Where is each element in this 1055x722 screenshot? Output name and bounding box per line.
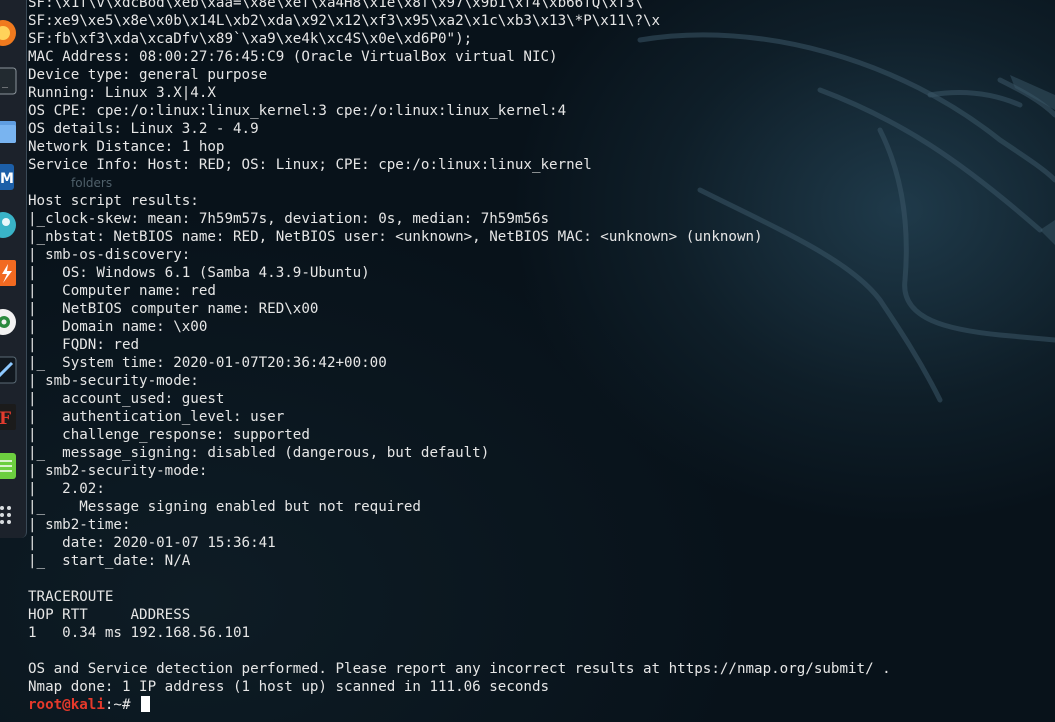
terminal-line: |_ System time: 2020-01-07T20:36:42+00:0…: [28, 355, 387, 371]
terminal-line: | 2.02:: [28, 481, 105, 497]
terminal-line: | smb2-security-mode:: [28, 463, 208, 479]
terminal-line: SF:xe9\xe5\x8e\x0b\x14L\xb2\xda\x92\x12\…: [28, 13, 661, 29]
terminal-icon[interactable]: _: [0, 66, 17, 96]
show-apps-icon[interactable]: [0, 500, 17, 530]
terminal-line: Host script results:: [28, 193, 199, 209]
maltego-icon[interactable]: [0, 307, 17, 337]
terminal-line: | smb-os-discovery:: [28, 247, 191, 263]
terminal-line: | account_used: guest: [28, 391, 225, 407]
terminal-line: OS details: Linux 3.2 - 4.9: [28, 121, 259, 137]
terminal-line: | Computer name: red: [28, 283, 216, 299]
terminal-line: | challenge_response: supported: [28, 427, 310, 443]
terminal-line: MAC Address: 08:00:27:76:45:C9 (Oracle V…: [28, 49, 558, 65]
terminal-line: | Domain name: \x00: [28, 319, 208, 335]
terminal-line: | FQDN: red: [28, 337, 140, 353]
terminal-line: |_nbstat: NetBIOS name: RED, NetBIOS use…: [28, 229, 763, 245]
terminal-line: |_ Message signing enabled but not requi…: [28, 499, 421, 515]
firefox-icon[interactable]: [0, 18, 17, 48]
terminal-line: |_ start_date: N/A: [28, 553, 191, 569]
svg-text:F: F: [0, 409, 11, 429]
prompt-user-host: root@kali: [28, 697, 105, 713]
terminal-line: | authentication_level: user: [28, 409, 285, 425]
prompt-path: :~#: [104, 697, 140, 713]
terminal-line: SF:fb\xf3\xda\xcaDfv\x89`\xa9\xe4k\xc4S\…: [28, 31, 473, 47]
application-dock: _ M F: [0, 0, 27, 538]
svg-text:M: M: [0, 171, 14, 187]
terminal-line: SF:\x1f\v\xdcBod\xeb\xaa=\x8e\xef\xa4H8\…: [28, 0, 643, 11]
terminal-line: Service Info: Host: RED; OS: Linux; CPE:…: [28, 157, 592, 173]
leafpad-icon[interactable]: [0, 451, 17, 481]
files-icon[interactable]: [0, 116, 17, 146]
terminal-line: Nmap done: 1 IP address (1 host up) scan…: [28, 679, 550, 695]
terminal-line: OS and Service detection performed. Plea…: [28, 661, 891, 677]
terminal-line: |_clock-skew: mean: 7h59m57s, deviation:…: [28, 211, 550, 227]
terminal-line: | smb-security-mode:: [28, 373, 199, 389]
terminal-line: Running: Linux 3.X|4.X: [28, 85, 216, 101]
terminal-line: | OS: Windows 6.1 (Samba 4.3.9-Ubuntu): [28, 265, 370, 281]
terminal-line: Device type: general purpose: [28, 67, 268, 83]
armitage-icon[interactable]: [0, 210, 17, 240]
terminal-line: | NetBIOS computer name: RED\x00: [28, 301, 319, 317]
terminal-line: OS CPE: cpe:/o:linux:linux_kernel:3 cpe:…: [28, 103, 567, 119]
terminal-line: 1 0.34 ms 192.168.56.101: [28, 625, 251, 641]
terminal-output[interactable]: SF:\x1f\v\xdcBod\xeb\xaa=\x8e\xef\xa4H8\…: [28, 0, 1048, 722]
terminal-line: |_ message_signing: disabled (dangerous,…: [28, 445, 490, 461]
terminal-line: TRACEROUTE: [28, 589, 114, 605]
terminal-line: | date: 2020-01-07 15:36:41: [28, 535, 276, 551]
terminal-line: HOP RTT ADDRESS: [28, 607, 191, 623]
terminal-line: | smb2-time:: [28, 517, 131, 533]
svg-text:_: _: [2, 77, 9, 88]
text-cursor: [141, 696, 151, 712]
terminal-line: Network Distance: 1 hop: [28, 139, 225, 155]
metasploit-icon[interactable]: M: [0, 162, 17, 192]
terminal-prompt[interactable]: root@kali:~#: [28, 696, 1048, 714]
burpsuite-icon[interactable]: [0, 258, 17, 288]
beef-icon[interactable]: [0, 355, 17, 385]
faraday-icon[interactable]: F: [0, 402, 17, 432]
